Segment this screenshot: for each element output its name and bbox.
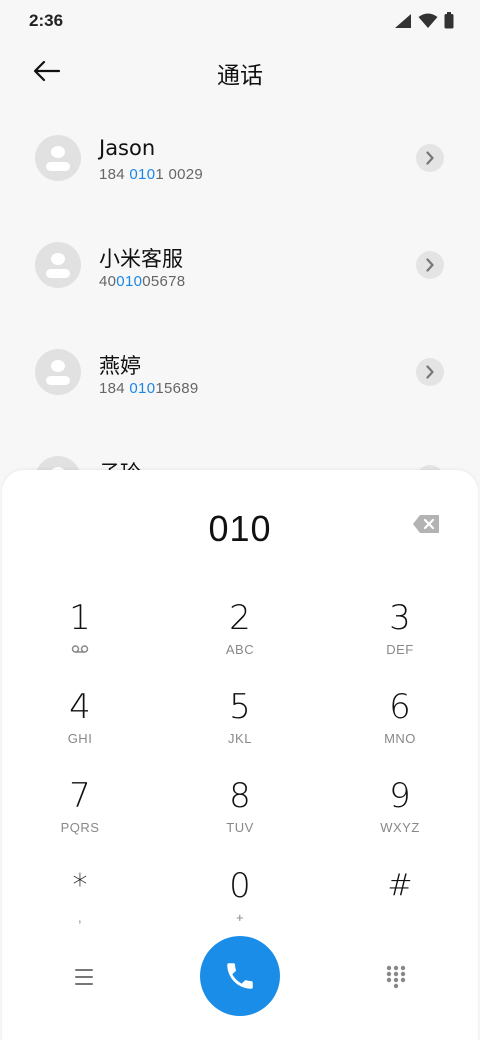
key-8[interactable]: 8 TUV: [180, 776, 300, 856]
header: 通话: [0, 48, 480, 94]
number-match: 010: [129, 166, 156, 183]
key-digit: 1: [69, 598, 91, 638]
contact-name: Jason: [99, 136, 156, 160]
number-prefix: 184: [99, 380, 130, 397]
key-digit: 3: [389, 598, 411, 638]
backspace-icon: [413, 515, 439, 533]
chevron-right-icon: [426, 365, 434, 379]
contact-row[interactable]: Jason 184 0101 0029: [0, 110, 480, 217]
status-bar: 2:36: [0, 0, 480, 40]
key-letters: WXYZ: [380, 820, 420, 835]
number-prefix: 40: [99, 273, 117, 290]
number-prefix: 184: [99, 166, 130, 183]
key-5[interactable]: 5 JKL: [180, 687, 300, 767]
wifi-icon: [418, 13, 438, 28]
status-icons: [394, 12, 454, 29]
key-digit: #: [387, 868, 413, 903]
key-digit: 5: [229, 687, 251, 727]
key-7[interactable]: 7 PQRS: [20, 776, 140, 856]
key-digit: 6: [389, 687, 411, 727]
key-digit: 2: [229, 598, 251, 638]
key-letters: ABC: [225, 642, 255, 657]
status-time: 2:36: [29, 11, 64, 30]
key-letters: ,: [77, 910, 83, 925]
key-letters: +: [235, 910, 245, 925]
key-letters: TUV: [226, 820, 254, 835]
key-letters: MNO: [384, 731, 416, 746]
key-digit: 7: [69, 776, 91, 816]
keypad-toggle-button[interactable]: [376, 960, 416, 994]
number-suffix: 05678: [142, 273, 186, 290]
menu-icon: [75, 969, 93, 971]
dialpad-icon: [386, 965, 406, 989]
backspace-button[interactable]: [412, 514, 442, 538]
avatar: [35, 349, 81, 395]
key-0[interactable]: 0 +: [180, 866, 300, 946]
key-9[interactable]: 9 WXYZ: [340, 776, 460, 856]
voicemail-icon: [20, 642, 140, 657]
avatar: [35, 135, 81, 181]
contact-row[interactable]: 燕婷 184 01015689: [0, 324, 480, 431]
contact-detail-button[interactable]: [416, 358, 444, 386]
key-star[interactable]: * ,: [20, 866, 140, 946]
phone-icon: [227, 963, 253, 989]
key-4[interactable]: 4 GHI: [20, 687, 140, 767]
key-6[interactable]: 6 MNO: [340, 687, 460, 767]
chevron-right-icon: [426, 151, 434, 165]
key-letters: JKL: [228, 731, 252, 746]
battery-icon: [444, 12, 454, 29]
key-digit: 9: [389, 776, 411, 816]
contact-name: 小米客服: [99, 247, 183, 271]
number-suffix: 15689: [155, 380, 199, 397]
chevron-right-icon: [426, 258, 434, 272]
key-2[interactable]: 2 ABC: [180, 598, 300, 678]
number-match: 010: [116, 273, 143, 290]
contact-number: 4001005678: [99, 273, 185, 290]
dialpad-panel: 010 1 2 ABC 3 DEF 4 GHI 5 JKL 6 MNO 7 PQ…: [2, 470, 478, 1040]
key-3[interactable]: 3 DEF: [340, 598, 460, 678]
key-digit: 8: [229, 776, 251, 816]
key-1[interactable]: 1: [20, 598, 140, 678]
contact-detail-button[interactable]: [416, 144, 444, 172]
dialer-bottom-bar: [2, 936, 478, 1016]
contact-number: 184 01015689: [99, 380, 199, 397]
avatar: [35, 242, 81, 288]
key-letters: GHI: [67, 731, 93, 746]
key-digit: 4: [69, 687, 91, 727]
contact-detail-button[interactable]: [416, 251, 444, 279]
signal-icon: [395, 13, 411, 28]
key-digit: *: [72, 868, 88, 903]
key-digit: 0: [229, 866, 251, 906]
number-match: 010: [129, 380, 156, 397]
key-letters: PQRS: [60, 820, 100, 835]
contact-name: 燕婷: [99, 354, 141, 378]
number-suffix: 1 0029: [155, 166, 204, 183]
key-hash[interactable]: #: [340, 866, 460, 946]
contact-row[interactable]: 小米客服 4001005678: [0, 217, 480, 324]
call-button[interactable]: [200, 936, 280, 1016]
menu-button[interactable]: [64, 962, 104, 992]
contact-number: 184 0101 0029: [99, 166, 203, 183]
page-title: 通话: [217, 63, 263, 89]
key-letters: DEF: [386, 642, 414, 657]
dial-input[interactable]: 010: [2, 508, 478, 550]
